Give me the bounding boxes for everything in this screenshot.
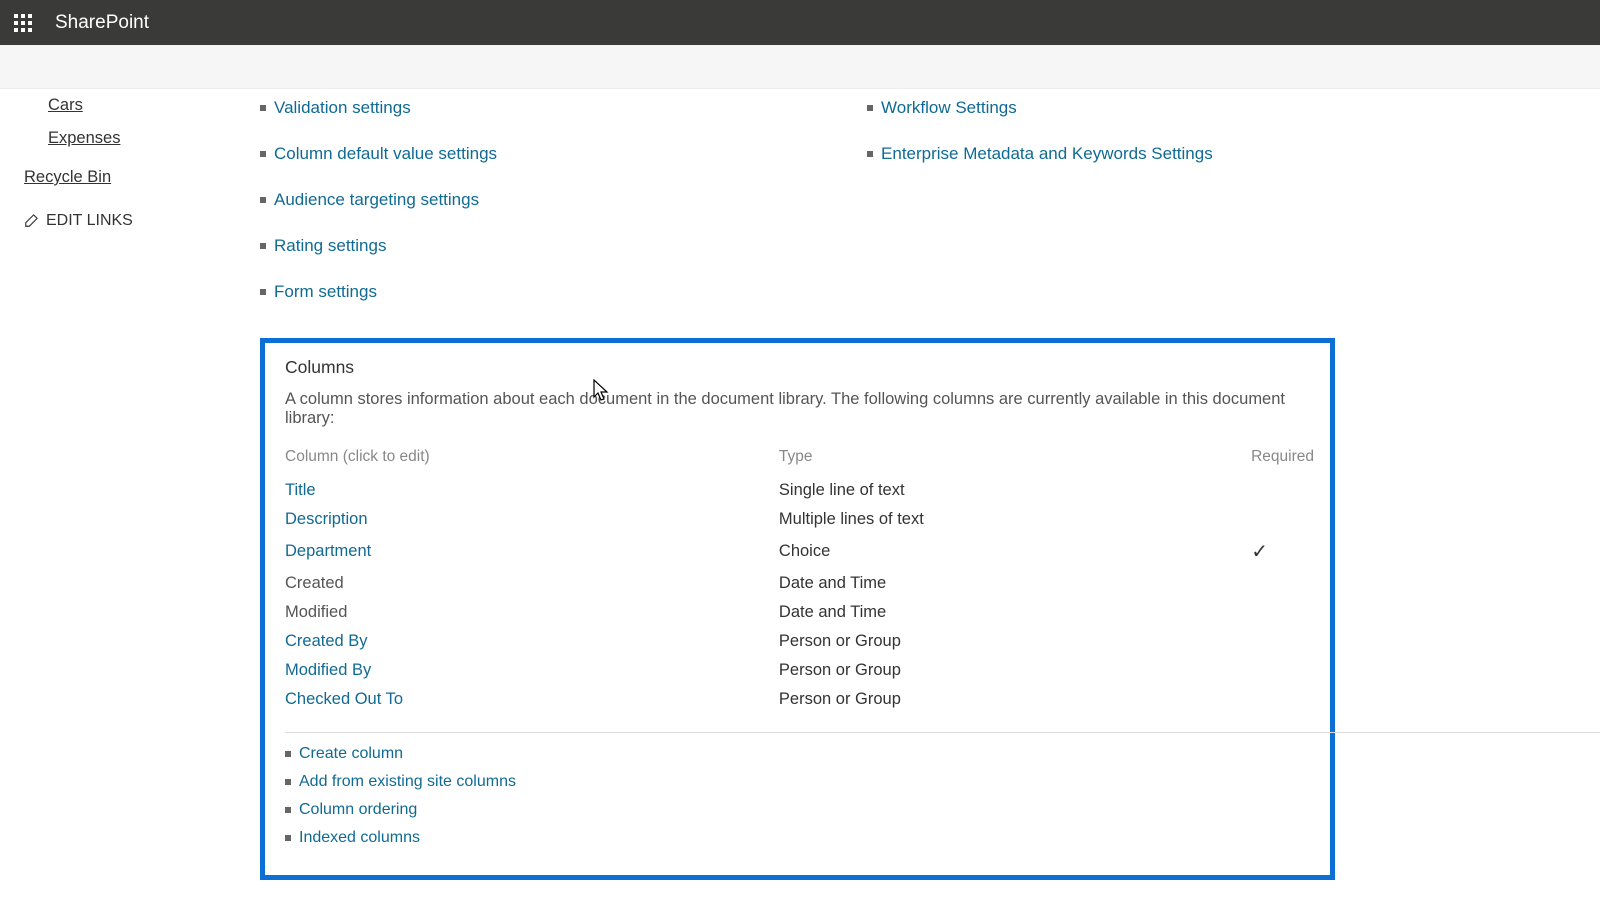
settings-link: Validation settings bbox=[260, 98, 497, 118]
column-required bbox=[1191, 598, 1315, 627]
column-name-link[interactable]: Department bbox=[285, 542, 371, 560]
column-name-link[interactable]: Title bbox=[285, 481, 316, 499]
column-type: Date and Time bbox=[779, 598, 1191, 627]
table-row: Department Choice ✓ bbox=[285, 534, 1314, 569]
column-type: Person or Group bbox=[779, 627, 1191, 656]
settings-link-anchor[interactable]: Form settings bbox=[274, 282, 377, 302]
column-type: Single line of text bbox=[779, 476, 1191, 505]
nav-item-expenses[interactable]: Expenses bbox=[20, 122, 220, 155]
settings-link: Indexed columns bbox=[285, 829, 1314, 847]
settings-link-anchor[interactable]: Validation settings bbox=[274, 98, 411, 118]
columns-title: Columns bbox=[285, 357, 1314, 378]
settings-link-anchor[interactable]: Rating settings bbox=[274, 236, 386, 256]
column-name-link[interactable]: Checked Out To bbox=[285, 690, 403, 708]
table-row: Description Multiple lines of text bbox=[285, 505, 1314, 534]
table-row: Created Date and Time bbox=[285, 569, 1314, 598]
settings-link: Form settings bbox=[260, 282, 497, 302]
column-name-text: Modified bbox=[285, 603, 347, 621]
check-icon: ✓ bbox=[1251, 541, 1268, 563]
column-name-text: Created bbox=[285, 574, 344, 592]
column-required bbox=[1191, 685, 1315, 714]
settings-link: Enterprise Metadata and Keywords Setting… bbox=[867, 144, 1213, 164]
settings-link: Column ordering bbox=[285, 801, 1314, 819]
column-required bbox=[1191, 656, 1315, 685]
settings-link: Workflow Settings bbox=[867, 98, 1213, 118]
settings-link-anchor[interactable]: Add from existing site columns bbox=[299, 773, 516, 791]
settings-link: Create column bbox=[285, 745, 1314, 763]
divider bbox=[285, 732, 1600, 733]
column-name-link[interactable]: Created By bbox=[285, 632, 368, 650]
table-row: Title Single line of text bbox=[285, 476, 1314, 505]
column-required: ✓ bbox=[1191, 534, 1315, 569]
pencil-icon bbox=[24, 214, 38, 228]
bullet-icon bbox=[285, 779, 291, 785]
content-area: Validation settings Column default value … bbox=[220, 89, 1600, 900]
column-name-link[interactable]: Description bbox=[285, 510, 368, 528]
columns-desc: A column stores information about each d… bbox=[285, 390, 1314, 428]
settings-link-anchor[interactable]: Audience targeting settings bbox=[274, 190, 479, 210]
left-nav: Cars Expenses Recycle Bin EDIT LINKS bbox=[0, 89, 220, 900]
settings-link-anchor[interactable]: Column ordering bbox=[299, 801, 417, 819]
column-required bbox=[1191, 505, 1315, 534]
settings-link-anchor[interactable]: Workflow Settings bbox=[881, 98, 1017, 118]
settings-link: Column default value settings bbox=[260, 144, 497, 164]
bullet-icon bbox=[260, 105, 266, 111]
edit-links-button[interactable]: EDIT LINKS bbox=[20, 212, 220, 230]
edit-links-label: EDIT LINKS bbox=[46, 212, 133, 230]
nav-item-recycle-bin[interactable]: Recycle Bin bbox=[20, 161, 220, 194]
column-type: Date and Time bbox=[779, 569, 1191, 598]
columns-header-name: Column (click to edit) bbox=[285, 440, 779, 476]
table-row: Created By Person or Group bbox=[285, 627, 1314, 656]
nav-item-cars[interactable]: Cars bbox=[20, 89, 220, 122]
top-bar: SharePoint bbox=[0, 0, 1600, 45]
bullet-icon bbox=[285, 835, 291, 841]
settings-link-anchor[interactable]: Column default value settings bbox=[274, 144, 497, 164]
table-row: Modified Date and Time bbox=[285, 598, 1314, 627]
settings-link: Rating settings bbox=[260, 236, 497, 256]
settings-link-anchor[interactable]: Enterprise Metadata and Keywords Setting… bbox=[881, 144, 1213, 164]
settings-link-anchor[interactable]: Indexed columns bbox=[299, 829, 420, 847]
column-type: Person or Group bbox=[779, 685, 1191, 714]
settings-link: Audience targeting settings bbox=[260, 190, 497, 210]
settings-link: Add from existing site columns bbox=[285, 773, 1314, 791]
columns-section: Columns A column stores information abou… bbox=[260, 338, 1335, 880]
columns-table: Column (click to edit) Type Required Tit… bbox=[285, 440, 1314, 714]
brand-title: SharePoint bbox=[55, 12, 149, 34]
bullet-icon bbox=[260, 197, 266, 203]
bullet-icon bbox=[260, 151, 266, 157]
columns-header-required: Required bbox=[1191, 440, 1315, 476]
bullet-icon bbox=[260, 243, 266, 249]
bullet-icon bbox=[867, 105, 873, 111]
bullet-icon bbox=[260, 289, 266, 295]
column-type: Person or Group bbox=[779, 656, 1191, 685]
table-row: Checked Out To Person or Group bbox=[285, 685, 1314, 714]
bullet-icon bbox=[285, 807, 291, 813]
column-required bbox=[1191, 476, 1315, 505]
bullet-icon bbox=[867, 151, 873, 157]
column-required bbox=[1191, 569, 1315, 598]
column-type: Multiple lines of text bbox=[779, 505, 1191, 534]
table-row: Modified By Person or Group bbox=[285, 656, 1314, 685]
sub-bar bbox=[0, 45, 1600, 89]
column-required bbox=[1191, 627, 1315, 656]
column-name-link[interactable]: Modified By bbox=[285, 661, 371, 679]
bullet-icon bbox=[285, 751, 291, 757]
app-launcher-icon[interactable] bbox=[0, 0, 45, 45]
settings-link-anchor[interactable]: Create column bbox=[299, 745, 403, 763]
column-type: Choice bbox=[779, 534, 1191, 569]
columns-header-type: Type bbox=[779, 440, 1191, 476]
